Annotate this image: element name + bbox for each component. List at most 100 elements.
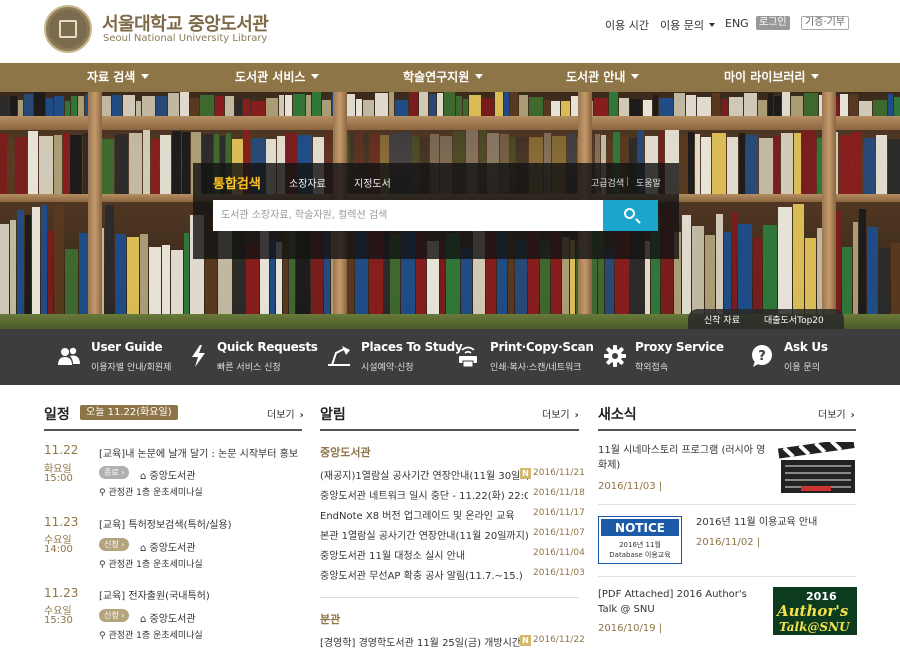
quick-link-places-to-study[interactable]: Places To Study 시설예약·신청: [326, 329, 463, 385]
notice-date: 2016/11/18: [533, 488, 585, 498]
book-spine: [653, 95, 658, 116]
help-link[interactable]: 도움말: [636, 176, 661, 189]
notice-title[interactable]: 본관 1열람실 공사기간 연장안내(11월 20일까지): [320, 527, 528, 542]
advanced-search-link[interactable]: 고급검색: [591, 176, 624, 189]
book-spine: [24, 94, 33, 116]
search-input[interactable]: 도서관 소장자료, 학술자원, 컬렉션 검색: [213, 200, 603, 231]
book-spine: [171, 250, 183, 314]
svg-text:?: ?: [758, 349, 766, 364]
tab-top-loans[interactable]: 대출도서Top20: [764, 313, 824, 326]
tab-reserve-books[interactable]: 지정도서: [354, 175, 391, 190]
status-badge[interactable]: 신청 ›: [99, 609, 130, 622]
english-link[interactable]: ENG: [725, 17, 749, 30]
book-spine: [873, 100, 887, 116]
book-spine: [782, 92, 790, 116]
book-spine: [867, 227, 878, 314]
nav-search[interactable]: 자료 검색: [87, 63, 150, 92]
book-spine: [891, 243, 900, 314]
news-item-date: 2016/11/03 |: [598, 481, 663, 492]
tab-integrated-search[interactable]: 통합검색: [213, 173, 261, 192]
book-spine: [18, 100, 23, 116]
lightning-icon: [192, 345, 205, 367]
book-spine: [0, 97, 9, 116]
book-spine: [724, 232, 731, 314]
book-spine: [888, 94, 893, 116]
nav-about[interactable]: 도서관 안내: [566, 63, 640, 92]
quick-links-bar: User Guide 이용자별 안내/회원제 Quick Requests 빠른…: [0, 329, 900, 385]
nav-label: 도서관 서비스: [235, 70, 306, 84]
quick-link-proxy-service[interactable]: Proxy Service 학외접속: [604, 329, 724, 385]
quick-link-user-guide[interactable]: User Guide 이용자별 안내/회원제: [58, 329, 178, 385]
news-item-title[interactable]: 11월 시네마스토리 프로그램 (러시아 영화제): [598, 443, 770, 473]
notice-thumbnail[interactable]: NOTICE 2016년 11월 Database 이용교육: [598, 516, 682, 564]
book-spine: [375, 93, 388, 116]
hours-link[interactable]: 이용 시간: [605, 17, 649, 33]
quick-link-print-copy-scan[interactable]: Print·Copy·Scan 인쇄·복사·스캔/네트워크: [457, 329, 594, 385]
book-spine: [609, 92, 618, 116]
notice-title[interactable]: [경영학] 경영학도서관 11월 25일(금) 개방시간 조: [320, 634, 528, 649]
news-item-title[interactable]: 2016년 11월 이용교육 안내: [696, 515, 846, 530]
book-spine: [266, 98, 278, 116]
event-place: ⚲ 관정관 1층 운초세미나실: [99, 488, 203, 498]
event-title[interactable]: [교육] 특허정보검색(특허/실용): [99, 516, 232, 531]
quick-link-quick-requests[interactable]: Quick Requests 빠른 서비스 신청: [188, 329, 318, 385]
login-button[interactable]: 로그인: [756, 16, 790, 30]
notice-section-central: 중앙도서관: [320, 446, 371, 459]
book-spine: [778, 207, 792, 314]
news-more-link[interactable]: 더보기: [818, 406, 855, 421]
book-spine: [143, 130, 150, 194]
book-spine: [791, 96, 803, 116]
book-spine: [732, 212, 737, 314]
notice-title[interactable]: 중앙도서관 11월 대청소 실시 안내: [320, 547, 528, 562]
book-spine: [34, 92, 45, 116]
gear-icon: [604, 345, 626, 367]
search-button[interactable]: [603, 200, 658, 231]
book-spine: [697, 97, 711, 116]
quick-link-subtitle: 이용자별 안내/회원제: [91, 363, 172, 373]
library-name-en[interactable]: Seoul National University Library: [103, 33, 267, 44]
shelf-post: [88, 92, 102, 329]
book-spine: [65, 101, 70, 116]
authors-talk-thumbnail[interactable]: 2016 Author's Talk@SNU: [773, 587, 857, 635]
donate-button[interactable]: 기증·기부: [801, 16, 849, 30]
book-spine: [10, 96, 17, 116]
book-spine: [744, 93, 757, 116]
caret-down-icon: [141, 74, 150, 79]
notice-title[interactable]: 중앙도서관 네트워크 일시 중단 - 11.22(화) 22:00~: [320, 487, 528, 502]
notice-section-branch: 분관: [320, 613, 341, 626]
event-title[interactable]: [교육] 전자출원(국내특허): [99, 587, 210, 602]
book-spine: [839, 135, 851, 194]
university-seal-logo[interactable]: [44, 5, 92, 53]
book-spine: [894, 97, 900, 116]
clapperboard-thumbnail[interactable]: [775, 442, 857, 496]
event-time: 15:30: [44, 615, 73, 626]
status-badge[interactable]: 신청 ›: [99, 538, 130, 551]
book-spine: [363, 100, 374, 116]
notices-more-link[interactable]: 더보기: [542, 406, 579, 421]
tab-collection[interactable]: 소장자료: [289, 175, 326, 190]
new-badge: N: [520, 468, 531, 479]
book-spine: [306, 95, 311, 116]
nav-my-library[interactable]: 마이 라이브러리: [724, 63, 820, 92]
notice-title[interactable]: EndNote X8 버전 업그레이드 및 온라인 교육: [320, 507, 528, 522]
notice-title[interactable]: 중앙도서관 무선AP 확충 공사 알림(11.7.~15.): [320, 567, 528, 582]
news-item-title[interactable]: [PDF Attached] 2016 Author's Talk @ SNU: [598, 587, 766, 617]
quick-link-subtitle: 빠른 서비스 신청: [217, 363, 281, 373]
book-spine: [32, 207, 40, 314]
shelf-board: [0, 116, 900, 130]
quick-link-title: Ask Us: [784, 340, 828, 354]
nav-services[interactable]: 도서관 서비스: [235, 63, 320, 92]
nav-research[interactable]: 학술연구지원: [403, 63, 484, 92]
book-spine: [251, 101, 265, 116]
book-spine: [105, 205, 114, 314]
thumb-title-line: Talk@SNU: [779, 620, 851, 634]
event-title[interactable]: [교육]내 논문에 날개 달기 : 논문 시작부터 홍보: [99, 445, 298, 460]
nav-label: 자료 검색: [87, 70, 136, 84]
notice-title[interactable]: (재공지)1열람실 공사기간 연장안내(11월 30일까: [320, 467, 528, 482]
tab-new-arrivals[interactable]: 신착 자료: [704, 313, 740, 326]
book-spine: [160, 135, 171, 194]
inquiry-menu[interactable]: 이용 문의: [660, 17, 715, 33]
schedule-more-link[interactable]: 더보기: [267, 406, 304, 421]
event-library: ⌂ 중앙도서관: [140, 543, 196, 554]
quick-link-ask-us[interactable]: ? Ask Us 이용 문의: [751, 329, 851, 385]
